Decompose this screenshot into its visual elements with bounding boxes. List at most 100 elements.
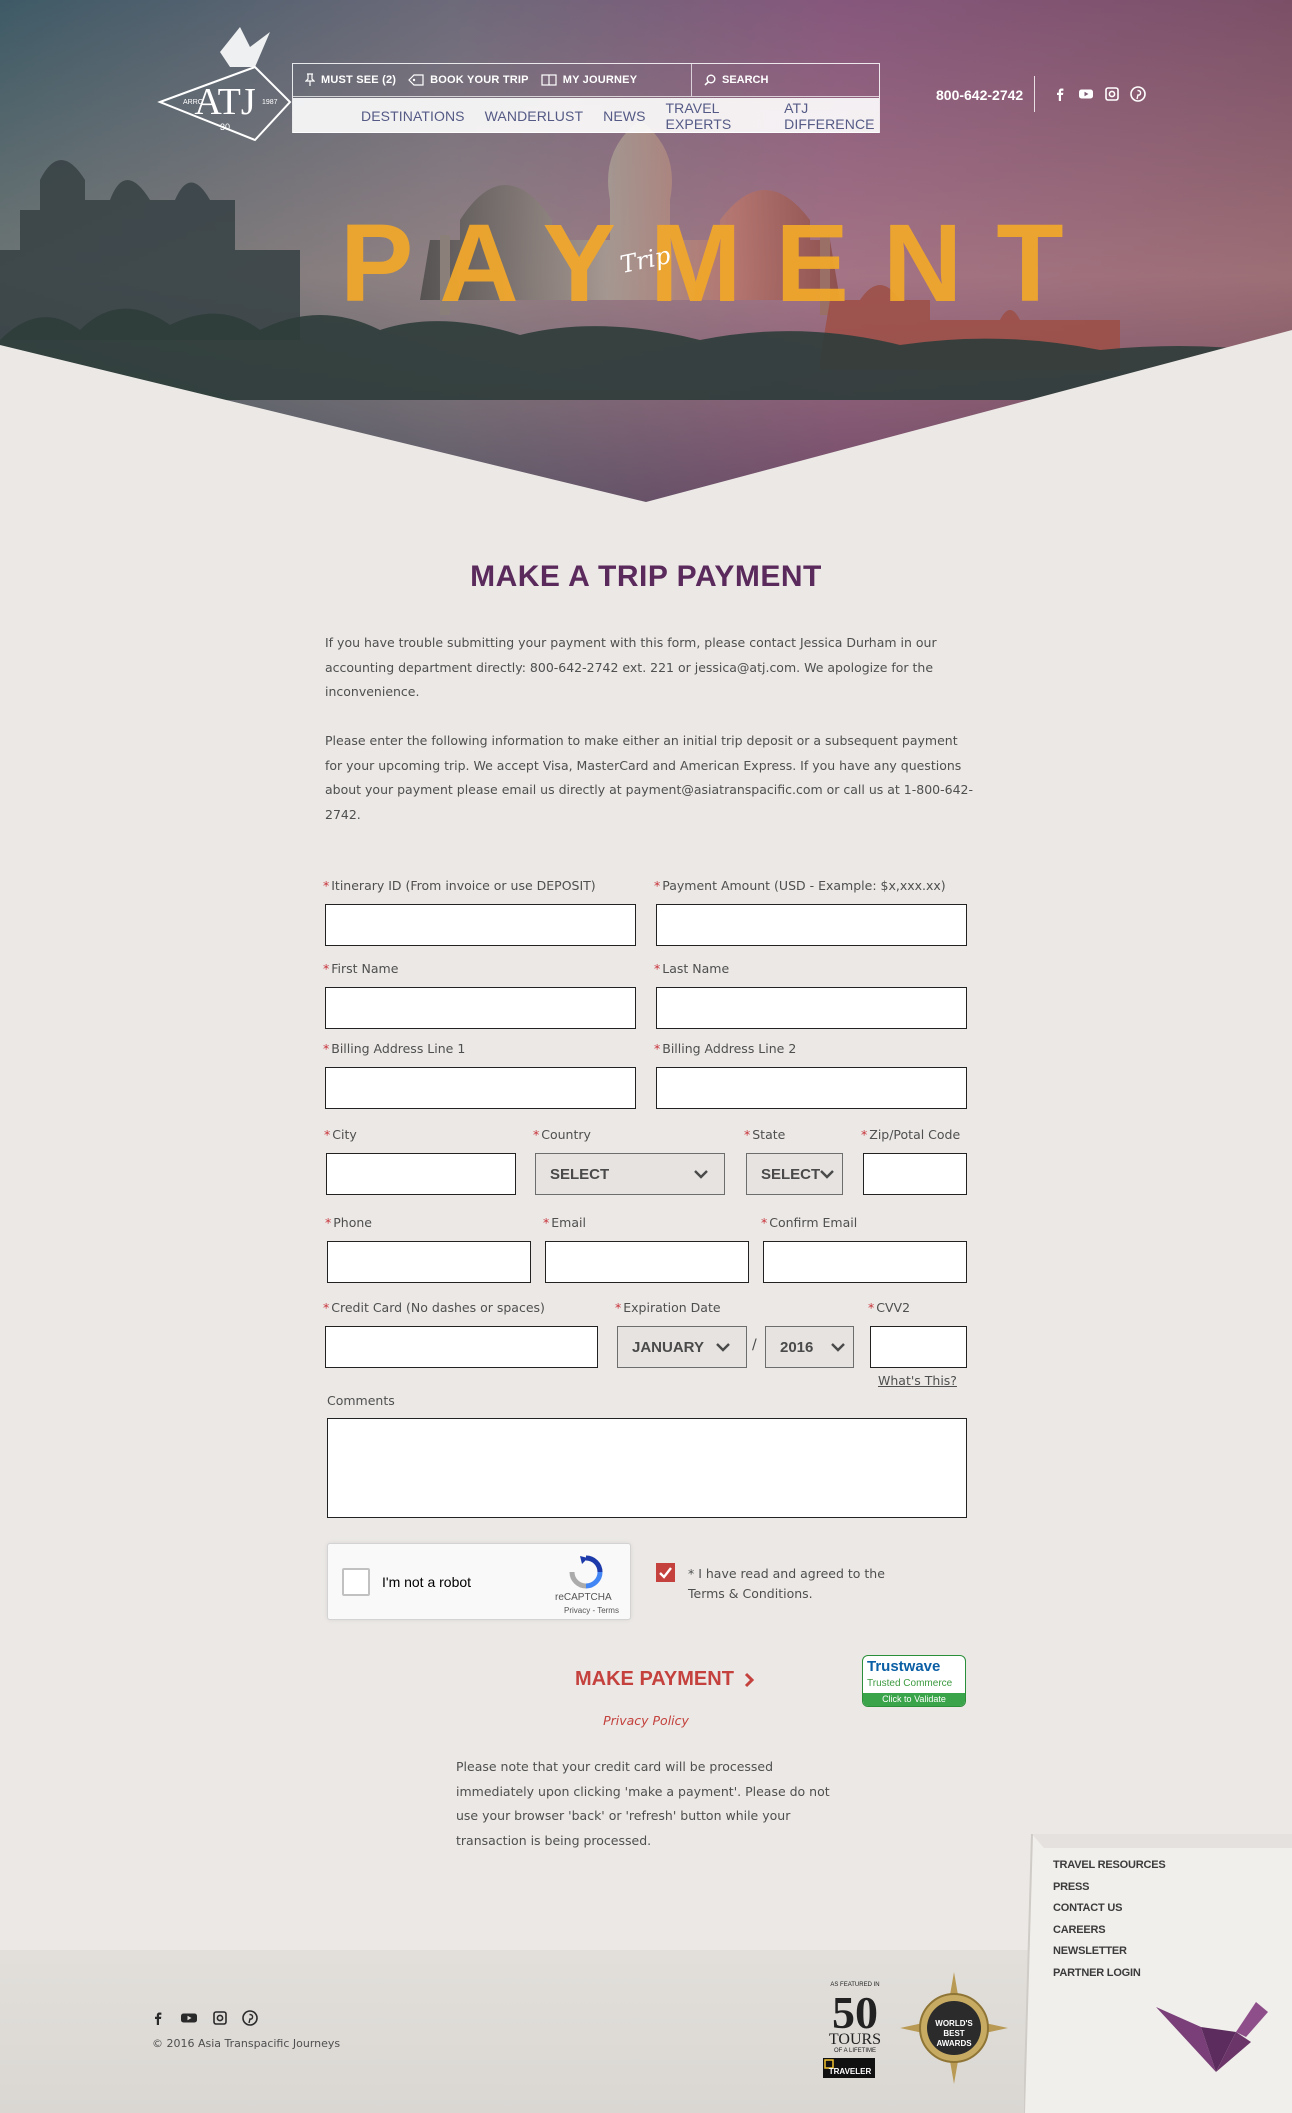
nav-book-trip[interactable]: BOOK YOUR TRIP — [408, 74, 529, 86]
expiration-year-select[interactable]: 2016 — [765, 1326, 854, 1368]
recaptcha-brand: reCAPTCHA — [555, 1592, 612, 1603]
footer-link-contact-us[interactable]: CONTACT US — [1053, 1898, 1166, 1920]
origami-crane-icon — [1156, 2002, 1268, 2072]
svg-text:30: 30 — [220, 122, 230, 132]
pinterest-icon[interactable] — [1130, 86, 1146, 102]
trustwave-subtitle: Trusted Commerce — [867, 1678, 953, 1689]
recaptcha-checkbox[interactable] — [342, 1568, 370, 1596]
state-label: * State — [744, 1127, 786, 1142]
svg-text:BEST: BEST — [943, 2029, 964, 2038]
terms-checkbox[interactable] — [656, 1563, 675, 1582]
chevron-down-icon — [820, 1170, 834, 1179]
recaptcha-links[interactable]: Privacy - Terms — [564, 1606, 619, 1615]
expiration-month-value: JANUARY — [632, 1338, 704, 1356]
phone-label: * Phone — [325, 1215, 372, 1230]
zip-input[interactable] — [863, 1153, 967, 1195]
worlds-best-awards-badge: WORLD'S BEST AWARDS — [900, 1972, 1008, 2084]
header-phone[interactable]: 800-642-2742 — [936, 87, 1023, 103]
facebook-icon[interactable] — [150, 2010, 166, 2026]
state-select[interactable]: SELECT — [746, 1153, 843, 1195]
comments-textarea[interactable] — [327, 1418, 967, 1518]
nav-wanderlust[interactable]: WANDERLUST — [485, 108, 584, 124]
main-navigation: MUST SEE (2) BOOK YOUR TRIP MY JOURNEY S… — [292, 63, 880, 133]
svg-text:TOURS: TOURS — [829, 2031, 881, 2048]
footer-link-press[interactable]: PRESS — [1053, 1877, 1166, 1899]
nav-destinations[interactable]: DESTINATIONS — [361, 108, 465, 124]
nav-my-journey[interactable]: MY JOURNEY — [541, 74, 638, 86]
country-label: * Country — [533, 1127, 591, 1142]
youtube-icon[interactable] — [180, 2010, 198, 2026]
email-input[interactable] — [545, 1241, 749, 1283]
tag-icon — [408, 74, 424, 86]
instagram-icon[interactable] — [1104, 86, 1120, 102]
search-box[interactable]: SEARCH — [691, 64, 881, 96]
address1-input[interactable] — [325, 1067, 636, 1109]
nav-travel-experts[interactable]: TRAVEL EXPERTS — [666, 100, 765, 132]
footer-link-newsletter[interactable]: NEWSLETTER — [1053, 1941, 1166, 1963]
cvv-help-link[interactable]: What's This? — [878, 1373, 957, 1388]
copyright: © 2016 Asia Transpacific Journeys — [152, 2037, 341, 2050]
trustwave-title: Trustwave — [867, 1658, 941, 1675]
first-name-input[interactable] — [325, 987, 636, 1029]
address2-label: * Billing Address Line 2 — [654, 1041, 797, 1056]
make-payment-label: MAKE PAYMENT — [575, 1668, 734, 1690]
svg-text:OF A LIFETIME: OF A LIFETIME — [834, 2048, 876, 2054]
trustwave-seal[interactable]: Trustwave Trusted Commerce Click to Vali… — [862, 1655, 966, 1707]
amount-input[interactable] — [656, 904, 967, 946]
facebook-icon[interactable] — [1052, 86, 1068, 102]
pinterest-icon[interactable] — [242, 2010, 258, 2026]
country-select[interactable]: SELECT — [535, 1153, 725, 1195]
chevron-down-icon — [694, 1170, 708, 1179]
confirm-email-input[interactable] — [763, 1241, 967, 1283]
footer-link-careers[interactable]: CAREERS — [1053, 1920, 1166, 1942]
search-icon — [704, 74, 716, 86]
amount-label: * Payment Amount (USD - Example: $x,xxx.x… — [654, 878, 946, 893]
expiration-year-value: 2016 — [780, 1338, 814, 1356]
nav-must-see-label: MUST SEE (2) — [321, 74, 397, 86]
footer-link-partner-login[interactable]: PARTNER LOGIN — [1053, 1963, 1166, 1985]
terms-label[interactable]: * I have read and agreed to the Terms & … — [688, 1564, 908, 1604]
nav-atj-difference[interactable]: ATJ DIFFERENCE — [784, 100, 879, 132]
confirm-email-label: * Confirm Email — [761, 1215, 858, 1230]
chevron-down-icon — [831, 1343, 845, 1352]
checkmark-icon — [656, 1563, 675, 1582]
nav-my-journey-label: MY JOURNEY — [562, 74, 638, 86]
last-name-input[interactable] — [656, 987, 967, 1029]
chevron-right-icon — [744, 1672, 754, 1687]
credit-card-input[interactable] — [325, 1326, 598, 1368]
chevron-down-icon — [716, 1343, 730, 1352]
svg-text:ARRO: ARRO — [183, 99, 204, 106]
privacy-policy-link[interactable]: Privacy Policy — [0, 1713, 1292, 1728]
expiration-label: * Expiration Date — [615, 1300, 721, 1315]
comments-label: Comments — [327, 1393, 395, 1408]
nav-news[interactable]: NEWS — [603, 108, 645, 124]
city-label: * City — [324, 1127, 357, 1142]
state-select-value: SELECT — [761, 1165, 821, 1183]
email-label: * Email — [543, 1215, 586, 1230]
footer-socials — [150, 2010, 258, 2026]
recaptcha-label: I'm not a robot — [382, 1574, 472, 1590]
itinerary-input[interactable] — [325, 904, 636, 946]
header-divider — [1034, 76, 1035, 112]
atj-logo[interactable]: ATJ ARRO 1987 30 — [150, 22, 300, 152]
expiration-month-select[interactable]: JANUARY — [617, 1326, 747, 1368]
footer-links: TRAVEL RESOURCES PRESS CONTACT US CAREER… — [1053, 1855, 1166, 1984]
instagram-icon[interactable] — [212, 2010, 228, 2026]
nav-book-trip-label: BOOK YOUR TRIP — [430, 74, 529, 86]
book-icon — [541, 74, 557, 86]
city-input[interactable] — [326, 1153, 516, 1195]
phone-input[interactable] — [327, 1241, 531, 1283]
utility-nav: MUST SEE (2) BOOK YOUR TRIP MY JOURNEY S… — [293, 64, 879, 97]
intro-paragraph-contact: If you have trouble submitting your paym… — [325, 635, 937, 699]
make-payment-button[interactable]: MAKE PAYMENT — [575, 1668, 754, 1691]
svg-text:TRAVELER: TRAVELER — [829, 2067, 872, 2076]
cvv-input[interactable] — [870, 1326, 967, 1368]
youtube-icon[interactable] — [1078, 86, 1094, 102]
nav-must-see[interactable]: MUST SEE (2) — [305, 73, 396, 87]
footer-link-travel-resources[interactable]: TRAVEL RESOURCES — [1053, 1855, 1166, 1877]
header-socials — [1052, 86, 1146, 102]
address2-input[interactable] — [656, 1067, 967, 1109]
search-label: SEARCH — [722, 74, 769, 86]
card-label: * Credit Card (No dashes or spaces) — [323, 1300, 545, 1315]
primary-nav: DESTINATIONS WANDERLUST NEWS TRAVEL EXPE… — [293, 98, 879, 133]
